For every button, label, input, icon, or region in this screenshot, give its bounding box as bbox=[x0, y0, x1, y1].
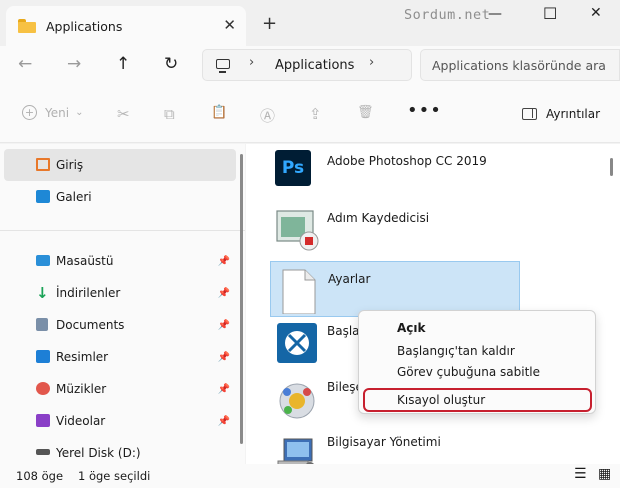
list-item[interactable]: Ps Adobe Photoshop CC 2019 bbox=[270, 144, 520, 200]
sidebar-item-label: Resimler bbox=[56, 350, 109, 364]
rename-icon[interactable]: Ⓐ bbox=[260, 105, 275, 126]
desktop-icon bbox=[36, 255, 50, 266]
menu-item-create-shortcut[interactable]: Kısayol oluştur bbox=[397, 393, 485, 407]
music-icon bbox=[36, 382, 50, 395]
sidebar-item-music[interactable]: Müzikler 📌 bbox=[4, 373, 236, 405]
list-view-icon[interactable]: ☰ bbox=[574, 466, 587, 482]
chevron-down-icon: ⌄ bbox=[75, 107, 84, 118]
breadcrumb-separator: › bbox=[249, 55, 255, 70]
sidebar-item-label: İndirilenler bbox=[56, 286, 121, 300]
sidebar-item-gallery[interactable]: Galeri bbox=[4, 181, 236, 213]
back-icon[interactable]: ← bbox=[18, 54, 32, 74]
sidebar-item-label: Masaüstü bbox=[56, 254, 114, 268]
close-tab-icon[interactable]: ✕ bbox=[223, 16, 236, 34]
search-placeholder: Applications klasöründe ara bbox=[432, 58, 606, 73]
copy-icon[interactable]: ⧉ bbox=[164, 105, 175, 123]
pin-icon[interactable]: 📌 bbox=[218, 288, 230, 299]
blank-file-icon bbox=[275, 268, 321, 315]
details-label: Ayrıntılar bbox=[546, 107, 601, 121]
menu-item-pin-taskbar[interactable]: Görev çubuğuna sabitle bbox=[397, 365, 540, 379]
menu-item-unpin-start[interactable]: Başlangıç'tan kaldır bbox=[397, 344, 515, 358]
address-bar[interactable]: › Applications › bbox=[202, 49, 412, 81]
details-pane-icon bbox=[522, 108, 537, 120]
refresh-icon[interactable]: ↻ bbox=[164, 54, 178, 74]
address-row: ← → ↑ ↻ › Applications › Applications kl… bbox=[0, 46, 620, 86]
sidebar-item-home[interactable]: Giriş bbox=[4, 149, 236, 181]
grid-view-icon[interactable]: ▦ bbox=[598, 466, 611, 482]
videos-icon bbox=[36, 414, 50, 427]
home-icon bbox=[36, 158, 50, 171]
sidebar-item-label: Videolar bbox=[56, 414, 106, 428]
sidebar-item-desktop[interactable]: Masaüstü 📌 bbox=[4, 245, 236, 277]
navigation-pane: Giriş Galeri Masaüstü 📌 ↓ İndirilenler 📌… bbox=[0, 144, 245, 464]
sidebar-item-videos[interactable]: Videolar 📌 bbox=[4, 405, 236, 437]
breadcrumb-separator-end[interactable]: › bbox=[369, 55, 374, 70]
selection-count: 1 öge seçildi bbox=[78, 469, 151, 483]
this-pc-icon bbox=[216, 59, 230, 73]
sidebar-item-label: Müzikler bbox=[56, 382, 107, 396]
documents-icon bbox=[36, 318, 48, 331]
sidebar-item-documents[interactable]: Documents 📌 bbox=[4, 309, 236, 341]
new-tab-button[interactable]: + bbox=[262, 13, 277, 34]
breadcrumb-applications[interactable]: Applications bbox=[275, 58, 354, 73]
sidebar-item-label: Galeri bbox=[56, 190, 92, 204]
pin-icon[interactable]: 📌 bbox=[218, 384, 230, 395]
menu-item-open[interactable]: Açık bbox=[397, 321, 426, 335]
sidebar-item-label: Yerel Disk (D:) bbox=[56, 446, 141, 460]
list-item[interactable]: Adım Kaydedicisi bbox=[270, 201, 520, 257]
command-bar: + Yeni ⌄ ✂ ⧉ 📋 Ⓐ ⇪ 🗑 ••• Ayrıntılar bbox=[0, 86, 620, 143]
new-label: Yeni bbox=[45, 105, 70, 120]
status-bar: 108 öge 1 öge seçildi ☰ ▦ bbox=[0, 464, 620, 488]
download-icon: ↓ bbox=[36, 284, 49, 302]
sidebar-item-downloads[interactable]: ↓ İndirilenler 📌 bbox=[4, 277, 236, 309]
title-bar: Applications ✕ + Sordum.net — ☐ ✕ bbox=[0, 0, 620, 46]
photoshop-badge: Ps bbox=[281, 158, 305, 178]
list-item-selected[interactable]: Ayarlar bbox=[270, 261, 520, 317]
minimize-button[interactable]: — bbox=[488, 6, 502, 22]
file-name: Bilgisayar Yönetimi bbox=[327, 435, 441, 449]
search-input[interactable]: Applications klasöründe ara bbox=[420, 49, 620, 81]
sidebar-item-label: Giriş bbox=[56, 158, 84, 172]
pin-icon[interactable]: 📌 bbox=[218, 256, 230, 267]
start-app-icon bbox=[274, 320, 320, 366]
tab-title: Applications bbox=[46, 18, 123, 34]
steps-recorder-icon bbox=[274, 207, 320, 253]
file-name: Adım Kaydedicisi bbox=[327, 211, 430, 225]
context-menu: Açık Başlangıç'tan kaldır Görev çubuğuna… bbox=[358, 310, 596, 414]
delete-icon[interactable]: 🗑 bbox=[357, 105, 374, 120]
close-window-button[interactable]: ✕ bbox=[590, 5, 602, 21]
up-icon[interactable]: ↑ bbox=[116, 54, 130, 74]
item-count: 108 öge bbox=[16, 469, 64, 483]
photoshop-icon: Ps bbox=[275, 150, 311, 186]
divider bbox=[0, 230, 245, 231]
new-button[interactable]: + Yeni ⌄ bbox=[22, 105, 83, 120]
content-scrollbar[interactable] bbox=[610, 158, 613, 176]
pin-icon[interactable]: 📌 bbox=[218, 352, 230, 363]
file-name: Adobe Photoshop CC 2019 bbox=[327, 154, 487, 168]
gallery-icon bbox=[36, 190, 50, 203]
pin-icon[interactable]: 📌 bbox=[218, 416, 230, 427]
sidebar-item-pictures[interactable]: Resimler 📌 bbox=[4, 341, 236, 373]
cut-icon[interactable]: ✂ bbox=[117, 105, 130, 123]
sidebar-scrollbar[interactable] bbox=[240, 154, 243, 444]
file-name: Ayarlar bbox=[328, 272, 371, 286]
sidebar-item-label: Documents bbox=[56, 318, 125, 332]
file-list: Ps Adobe Photoshop CC 2019 Adım Kaydedic… bbox=[246, 144, 620, 472]
tab-applications[interactable]: Applications ✕ bbox=[6, 6, 246, 46]
pin-icon[interactable]: 📌 bbox=[218, 320, 230, 331]
pictures-icon bbox=[36, 350, 50, 363]
watermark: Sordum.net bbox=[404, 7, 491, 23]
folder-icon bbox=[18, 19, 36, 33]
plus-icon: + bbox=[22, 105, 37, 120]
forward-icon[interactable]: → bbox=[67, 54, 81, 74]
more-options-button[interactable]: ••• bbox=[407, 100, 442, 121]
drive-icon bbox=[36, 449, 50, 455]
paste-icon[interactable]: 📋 bbox=[211, 105, 227, 120]
maximize-button[interactable]: ☐ bbox=[543, 4, 557, 23]
components-icon bbox=[274, 376, 320, 422]
details-button[interactable]: Ayrıntılar bbox=[522, 107, 600, 121]
share-icon[interactable]: ⇪ bbox=[309, 105, 322, 123]
